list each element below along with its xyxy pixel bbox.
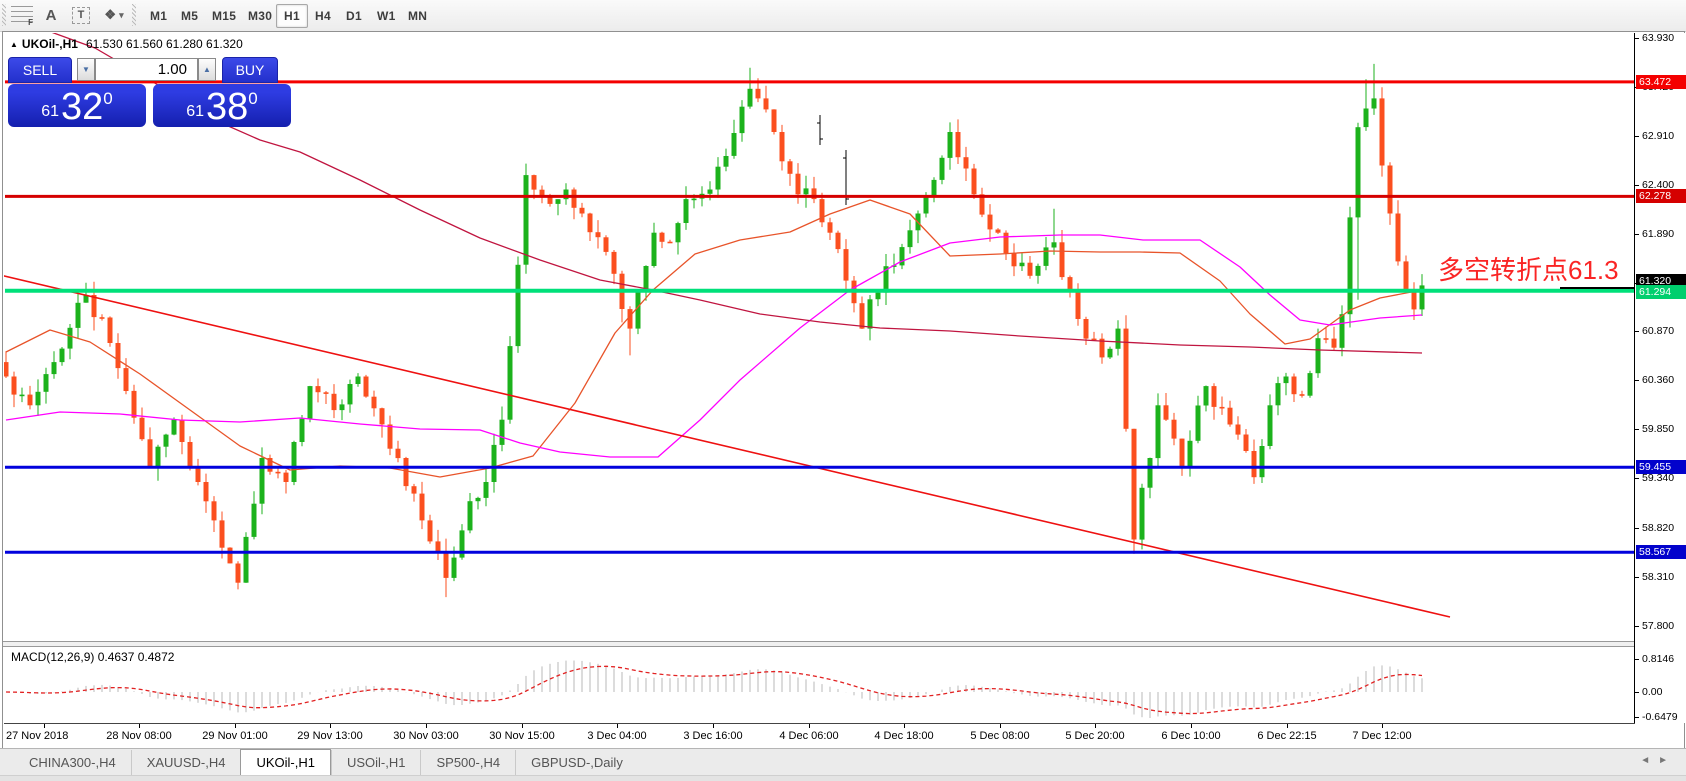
volume-decrease-button[interactable]: ▼ bbox=[77, 58, 95, 81]
time-tick bbox=[617, 724, 618, 728]
sell-price-main: 32 bbox=[61, 86, 104, 128]
ma-fast bbox=[5, 199, 1423, 478]
level-price-label: 58.567 bbox=[1636, 545, 1686, 559]
caret-down-icon: ▼ bbox=[82, 65, 90, 74]
toolbar-grip[interactable] bbox=[132, 4, 136, 26]
time-label: 6 Dec 10:00 bbox=[1161, 730, 1221, 742]
time-tick bbox=[713, 724, 714, 728]
sell-price-whole: 61 bbox=[41, 103, 60, 120]
sell-button[interactable]: SELL bbox=[8, 57, 72, 83]
text-label-icon[interactable]: A bbox=[38, 3, 64, 27]
one-click-trading-panel: SELL ▼ ▲ BUY 61320 61380 bbox=[8, 55, 292, 127]
pane-splitter[interactable] bbox=[3, 641, 1634, 647]
tab-scroll-left-icon[interactable]: ◄ bbox=[1640, 755, 1658, 766]
timeframe-button-mn[interactable]: MN bbox=[400, 4, 435, 28]
level-price-label: 63.472 bbox=[1636, 75, 1686, 89]
time-tick bbox=[904, 724, 905, 728]
volume-input[interactable] bbox=[95, 58, 198, 81]
sell-price-button[interactable]: 61 32 0 bbox=[8, 84, 146, 127]
toolbar-grip[interactable] bbox=[2, 4, 6, 26]
time-tick bbox=[44, 724, 45, 728]
time-label: 6 Dec 22:15 bbox=[1257, 730, 1317, 742]
timeframe-button-h1[interactable]: H1 bbox=[276, 4, 308, 28]
time-label: 4 Dec 18:00 bbox=[874, 730, 934, 742]
time-label: 3 Dec 16:00 bbox=[683, 730, 743, 742]
mt4-terminal: F A T ❖ ▾ M1 M5 M15 M30 H1 H4 D1 W1 MN ▲ UKOil-,H1 61.… bbox=[0, 0, 1686, 781]
level-price-label: 59.455 bbox=[1636, 460, 1686, 474]
macd-signal-line bbox=[5, 665, 1423, 715]
chart-tab-china300-h4[interactable]: CHINA300-,H4 bbox=[14, 750, 131, 776]
timeframe-button-w1[interactable]: W1 bbox=[369, 4, 404, 28]
time-tick bbox=[235, 724, 236, 728]
shapes-icon[interactable]: ❖ ▾ bbox=[98, 3, 130, 27]
time-label: 5 Dec 08:00 bbox=[970, 730, 1030, 742]
chart-tab-xauusd-h4[interactable]: XAUUSD-,H4 bbox=[130, 750, 241, 776]
buy-price-button[interactable]: 61 38 0 bbox=[153, 84, 291, 127]
time-tick bbox=[522, 724, 523, 728]
fibonacci-grid-glyph: F bbox=[11, 6, 33, 27]
shapes-dropdown-caret: ▾ bbox=[119, 9, 124, 20]
timeframe-button-d1[interactable]: D1 bbox=[338, 4, 370, 28]
status-strip bbox=[0, 775, 1686, 781]
time-tick bbox=[330, 724, 331, 728]
chart-tab-usoil-h1[interactable]: USOil-,H1 bbox=[330, 750, 421, 776]
time-label: 28 Nov 08:00 bbox=[106, 730, 172, 742]
time-label: 30 Nov 03:00 bbox=[393, 730, 459, 742]
buy-price-pip: 0 bbox=[248, 89, 258, 108]
time-tick bbox=[1287, 724, 1288, 728]
chart-ohlc-values: 61.530 61.560 61.280 61.320 bbox=[85, 37, 243, 51]
chart-title: ▲ UKOil-,H1 61.530 61.560 61.280 61.320 bbox=[10, 37, 243, 51]
chart-symbol: UKOil-,H1 bbox=[21, 37, 78, 51]
timeframe-button-m1[interactable]: M1 bbox=[142, 4, 175, 28]
buy-price-main: 38 bbox=[206, 86, 249, 128]
tab-scroll-right-icon[interactable]: ► bbox=[1658, 755, 1676, 766]
caret-up-icon: ▲ bbox=[203, 65, 211, 74]
time-label: 7 Dec 12:00 bbox=[1352, 730, 1412, 742]
time-axis[interactable]: 27 Nov 2018 28 Nov 08:00 29 Nov 01:00 29 No… bbox=[4, 723, 1635, 749]
time-label: 3 Dec 04:00 bbox=[587, 730, 647, 742]
chart-tab-ukoil-h1[interactable]: UKOil-,H1 bbox=[240, 749, 331, 776]
price-scale[interactable]: 63.93063.42062.91062.40061.89061.38060.8… bbox=[1634, 32, 1686, 723]
text-box-glyph: T bbox=[72, 6, 90, 24]
time-tick bbox=[1000, 724, 1001, 728]
time-label: 30 Nov 15:00 bbox=[489, 730, 555, 742]
timeframe-button-m15[interactable]: M15 bbox=[204, 4, 244, 28]
time-tick bbox=[1382, 724, 1383, 728]
timeframe-button-h4[interactable]: H4 bbox=[307, 4, 339, 28]
buy-button[interactable]: BUY bbox=[222, 57, 278, 83]
descending-trendline bbox=[4, 275, 1451, 618]
time-tick bbox=[1095, 724, 1096, 728]
level-price-label: 61.294 bbox=[1636, 285, 1686, 299]
time-label: 5 Dec 20:00 bbox=[1065, 730, 1125, 742]
chart-text-annotation: 多空转折点61.3 bbox=[1438, 255, 1619, 285]
chart-tab-sp500-h4[interactable]: SP500-,H4 bbox=[420, 750, 515, 776]
volume-increase-button[interactable]: ▲ bbox=[198, 58, 216, 81]
time-tick bbox=[1191, 724, 1192, 728]
text-box-icon[interactable]: T bbox=[68, 3, 94, 27]
chart-collapse-icon[interactable]: ▲ bbox=[10, 40, 18, 49]
sell-price-pip: 0 bbox=[103, 89, 113, 108]
macd-indicator-chart[interactable] bbox=[4, 646, 1635, 723]
time-label: 4 Dec 06:00 bbox=[779, 730, 839, 742]
macd-indicator-label: MACD(12,26,9) 0.4637 0.4872 bbox=[11, 650, 175, 664]
time-tick bbox=[809, 724, 810, 728]
time-label: 29 Nov 01:00 bbox=[202, 730, 268, 742]
time-tick bbox=[426, 724, 427, 728]
chart-tab-gbpusd-daily[interactable]: GBPUSD-,Daily bbox=[515, 750, 638, 776]
timeframe-button-m30[interactable]: M30 bbox=[240, 4, 280, 28]
chart-tab-bar: CHINA300-,H4 XAUUSD-,H4 UKOil-,H1 USOil-,H1… bbox=[0, 748, 1686, 776]
timeframe-button-m5[interactable]: M5 bbox=[173, 4, 206, 28]
level-price-label: 62.278 bbox=[1636, 189, 1686, 203]
time-label: 27 Nov 2018 bbox=[6, 730, 69, 742]
fibonacci-grid-icon[interactable]: F bbox=[8, 3, 36, 27]
time-label: 29 Nov 13:00 bbox=[297, 730, 363, 742]
buy-price-whole: 61 bbox=[186, 103, 205, 120]
toolbar: F A T ❖ ▾ M1 M5 M15 M30 H1 H4 D1 W1 MN bbox=[0, 0, 1686, 32]
time-tick bbox=[139, 724, 140, 728]
